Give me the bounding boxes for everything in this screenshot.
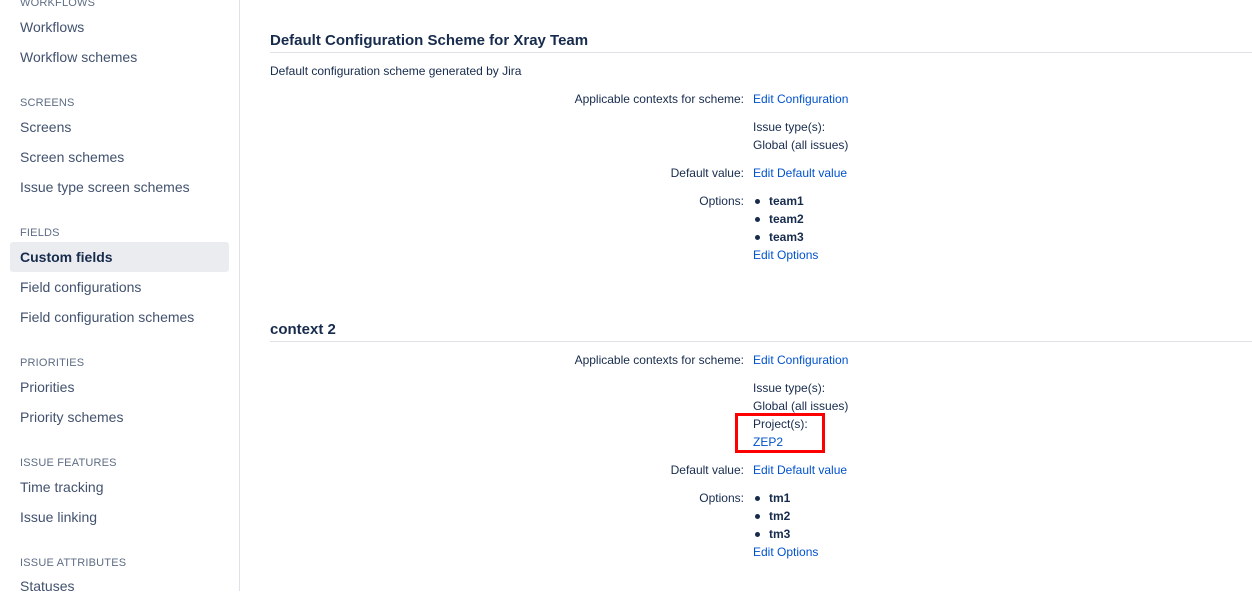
sidebar-item-screens[interactable]: Screens xyxy=(10,112,229,142)
sidebar-heading-issue-features: ISSUE FEATURES xyxy=(20,457,117,469)
default-value-label: Default value: xyxy=(670,463,744,477)
admin-sidebar: WORKFLOWS Workflows Workflow schemes SCR… xyxy=(0,0,240,594)
sidebar-heading-issue-attributes: ISSUE ATTRIBUTES xyxy=(20,557,127,569)
custom-field-contexts: Default Configuration Scheme for Xray Te… xyxy=(270,0,1252,591)
sidebar-item-field-configurations[interactable]: Field configurations xyxy=(10,272,229,302)
default-value-label: Default value: xyxy=(670,166,744,180)
context-description: Default configuration scheme generated b… xyxy=(270,64,522,78)
edit-options-link[interactable]: Edit Options xyxy=(753,248,818,262)
edit-configuration-link[interactable]: Edit Configuration xyxy=(753,353,848,367)
options-label: Options: xyxy=(699,491,744,505)
issue-types-label: Issue type(s): xyxy=(753,120,826,134)
project-link-zep2[interactable]: ZEP2 xyxy=(753,435,783,449)
sidebar-item-screen-schemes[interactable]: Screen schemes xyxy=(10,142,229,172)
issue-types-label: Issue type(s): xyxy=(753,381,826,395)
issue-types-value: Global (all issues) xyxy=(753,138,849,152)
sidebar-item-priorities[interactable]: Priorities xyxy=(10,372,229,402)
option-item: team1 xyxy=(753,192,804,210)
sidebar-item-issue-type-screen-schemes[interactable]: Issue type screen schemes xyxy=(10,172,229,202)
issue-types-value: Global (all issues) xyxy=(753,399,849,413)
sidebar-item-custom-fields[interactable]: Custom fields xyxy=(10,242,229,272)
options-list: tm1 tm2 tm3 xyxy=(753,489,790,543)
sidebar-heading-workflows: WORKFLOWS xyxy=(20,0,96,9)
edit-default-value-link[interactable]: Edit Default value xyxy=(753,463,847,477)
sidebar-heading-fields: FIELDS xyxy=(20,227,60,239)
option-item: team3 xyxy=(753,228,804,246)
options-label: Options: xyxy=(699,194,744,208)
option-item: team2 xyxy=(753,210,804,228)
sidebar-item-statuses[interactable]: Statuses xyxy=(10,571,229,601)
edit-configuration-link[interactable]: Edit Configuration xyxy=(753,92,848,106)
sidebar-heading-priorities: PRIORITIES xyxy=(20,357,85,369)
sidebar-item-priority-schemes[interactable]: Priority schemes xyxy=(10,402,229,432)
sidebar-item-field-configuration-schemes[interactable]: Field configuration schemes xyxy=(10,302,229,332)
sidebar-item-workflow-schemes[interactable]: Workflow schemes xyxy=(10,42,229,72)
option-item: tm2 xyxy=(753,507,790,525)
applicable-contexts-label: Applicable contexts for scheme: xyxy=(574,92,744,106)
applicable-contexts-label: Applicable contexts for scheme: xyxy=(574,353,744,367)
context-title: context 2 xyxy=(270,321,1252,342)
sidebar-item-workflows[interactable]: Workflows xyxy=(10,12,229,42)
context-title: Default Configuration Scheme for Xray Te… xyxy=(270,32,1252,53)
edit-options-link[interactable]: Edit Options xyxy=(753,545,818,559)
projects-label: Project(s): xyxy=(753,417,808,431)
option-item: tm1 xyxy=(753,489,790,507)
options-list: team1 team2 team3 xyxy=(753,192,804,246)
option-item: tm3 xyxy=(753,525,790,543)
sidebar-item-time-tracking[interactable]: Time tracking xyxy=(10,472,229,502)
edit-default-value-link[interactable]: Edit Default value xyxy=(753,166,847,180)
sidebar-item-issue-linking[interactable]: Issue linking xyxy=(10,502,229,532)
sidebar-heading-screens: SCREENS xyxy=(20,97,75,109)
